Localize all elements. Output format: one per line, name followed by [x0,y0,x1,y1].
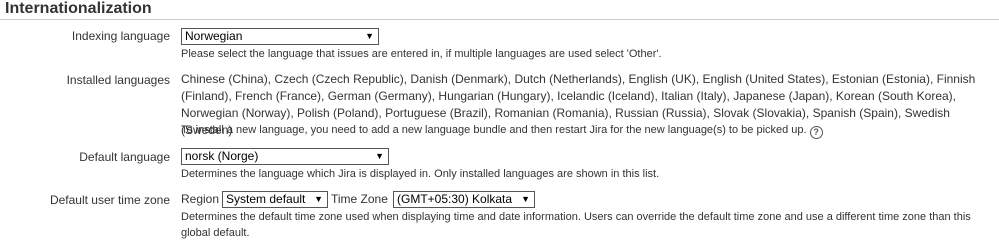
default-language-select[interactable]: norsk (Norge) ▼ [181,148,389,165]
chevron-down-icon: ▼ [375,151,384,161]
time-zone-value: (GMT+05:30) Kolkata [397,192,513,206]
section-divider [0,19,999,20]
indexing-language-value: Norwegian [185,29,243,43]
section-title: Internationalization [5,0,152,17]
indexing-language-select[interactable]: Norwegian ▼ [181,28,379,45]
default-timezone-label: Default user time zone [49,193,170,207]
chevron-down-icon: ▼ [521,194,530,204]
indexing-language-label: Indexing language [71,29,170,43]
time-zone-label: Time Zone [331,192,388,206]
default-language-description: Determines the language which Jira is di… [181,168,660,180]
region-label: Region [181,192,220,206]
default-language-label: Default language [79,150,170,164]
chevron-down-icon: ▼ [365,31,374,41]
time-zone-select[interactable]: (GMT+05:30) Kolkata ▼ [393,191,535,208]
region-value: System default [226,192,306,206]
help-icon[interactable]: ? [809,126,823,139]
install-language-note: To install a new language, you need to a… [181,122,997,139]
indexing-language-description: Please select the language that issues a… [181,48,662,60]
install-language-note-text: To install a new language, you need to a… [181,124,807,136]
default-timezone-description: Determines the default time zone used wh… [181,211,971,239]
installed-languages-label: Installed languages [66,73,170,87]
region-select[interactable]: System default ▼ [222,191,328,208]
default-language-value: norsk (Norge) [185,149,259,163]
chevron-down-icon: ▼ [314,194,323,204]
